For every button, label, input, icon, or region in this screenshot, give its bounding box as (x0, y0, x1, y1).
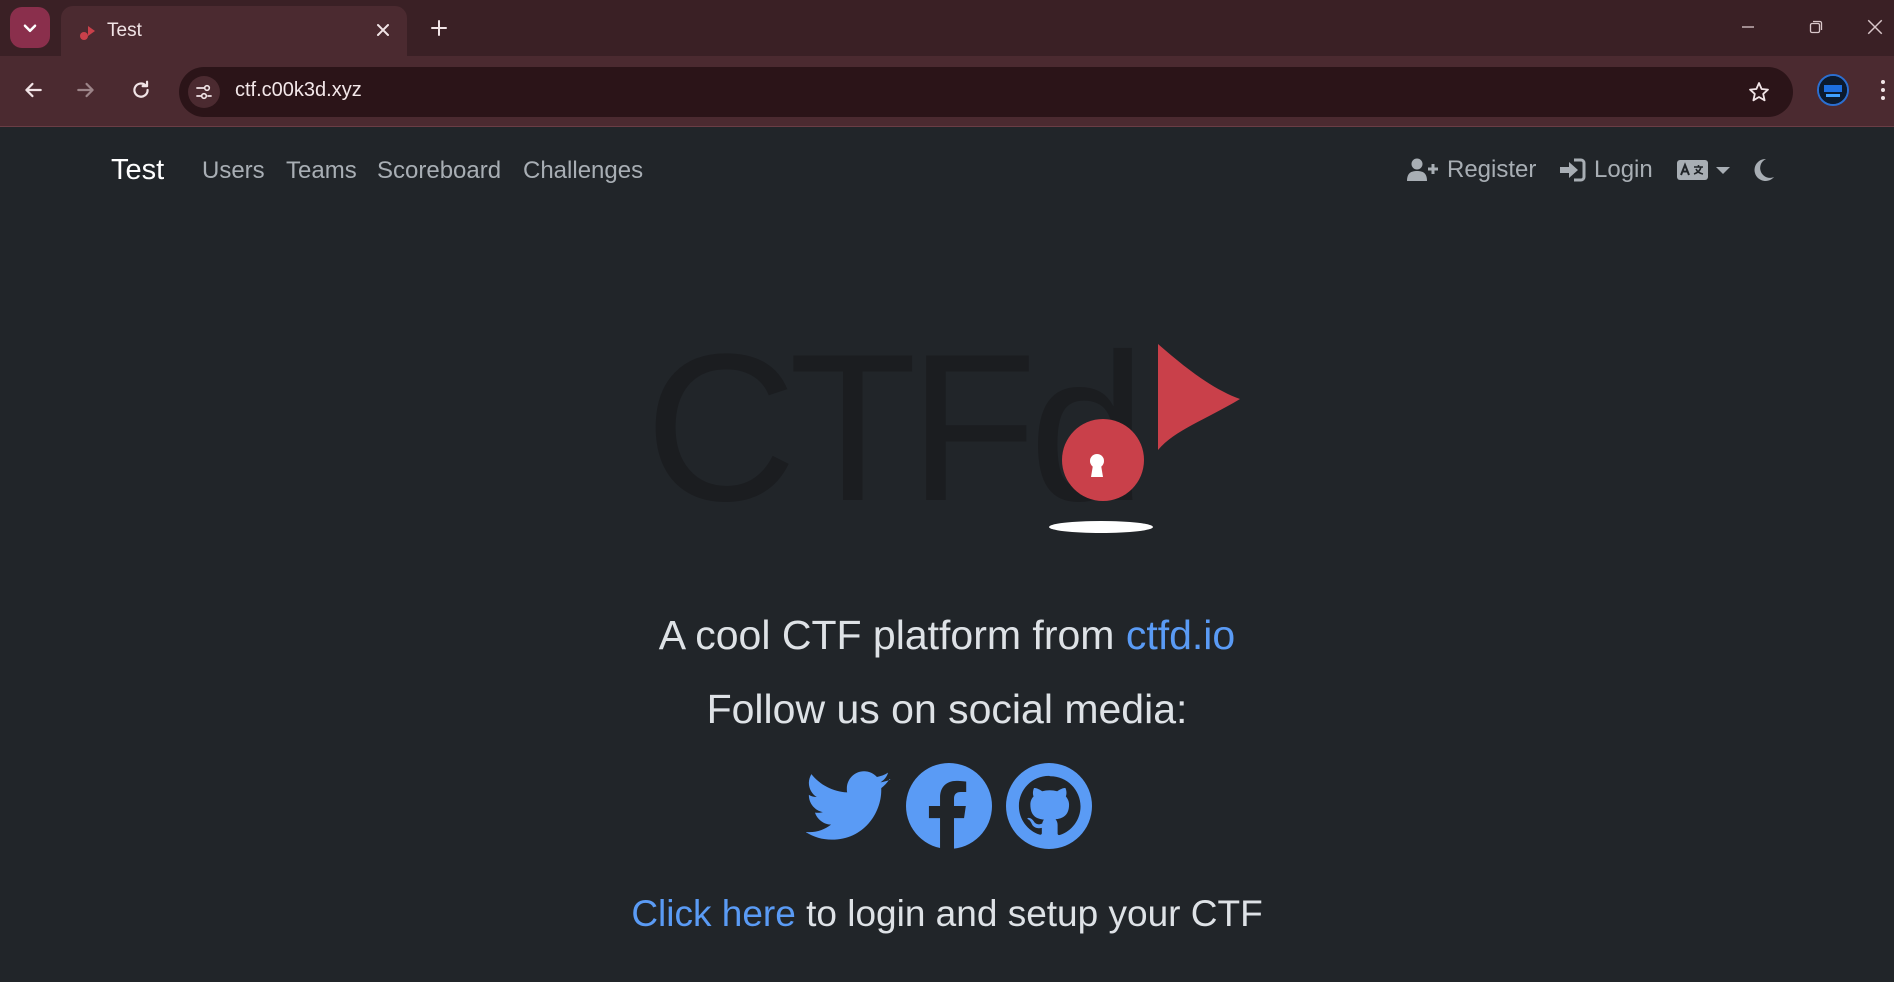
ctfd-favicon (80, 26, 95, 40)
user-plus-icon (1407, 158, 1438, 181)
setup-prompt: Click here to login and setup your CTF (0, 893, 1894, 935)
forward-button[interactable] (66, 70, 106, 110)
sign-in-icon (1560, 158, 1586, 182)
register-label: Register (1447, 156, 1537, 183)
browser-menu-button[interactable] (1872, 72, 1894, 108)
ctfd-io-link[interactable]: ctfd.io (1126, 612, 1235, 658)
ctfd-logo: CTFd (645, 340, 1240, 540)
language-icon (1677, 160, 1708, 180)
tab-search-button[interactable] (10, 7, 50, 48)
new-tab-button[interactable] (419, 10, 459, 46)
tab-close-button[interactable] (367, 14, 399, 46)
nav-link-users[interactable]: Users (202, 157, 265, 185)
browser-tab-strip: Test (0, 0, 1894, 56)
facebook-icon[interactable] (906, 763, 992, 849)
close-window-icon (1867, 19, 1883, 35)
back-icon (25, 82, 42, 98)
moon-icon (1754, 158, 1774, 181)
back-button[interactable] (13, 70, 53, 110)
chevron-down-icon (23, 24, 37, 32)
profile-avatar-image (1819, 76, 1847, 104)
social-links (806, 763, 1092, 849)
url-text[interactable]: ctf.c00k3d.xyz (235, 79, 362, 102)
reload-button[interactable] (121, 70, 161, 110)
register-link[interactable]: Register (1407, 155, 1536, 185)
bookmark-button[interactable] (1743, 76, 1775, 108)
caret-down-icon (1716, 167, 1730, 174)
platform-tagline: A cool CTF platform from ctfd.io (0, 612, 1894, 659)
navbar-brand[interactable]: Test (111, 154, 164, 187)
theme-toggle[interactable] (1753, 155, 1775, 185)
setup-login-link[interactable]: Click here (631, 893, 796, 934)
site-info-button[interactable] (188, 76, 220, 108)
tab-title: Test (107, 20, 142, 41)
setup-text: to login and setup your CTF (795, 893, 1263, 934)
login-link[interactable]: Login (1560, 155, 1653, 185)
plus-icon (431, 20, 447, 36)
nav-link-challenges[interactable]: Challenges (523, 157, 643, 185)
language-dropdown[interactable] (1677, 155, 1730, 185)
tagline-text: A cool CTF platform from (658, 612, 1126, 658)
forward-icon (77, 82, 94, 98)
login-label: Login (1594, 156, 1653, 183)
restore-icon (1809, 20, 1823, 34)
minimize-button[interactable] (1720, 6, 1776, 48)
ctfd-logo-wordmark: CTFd (645, 340, 1138, 540)
profile-avatar[interactable] (1817, 74, 1849, 106)
restore-button[interactable] (1788, 6, 1844, 48)
address-bar[interactable]: ctf.c00k3d.xyz (179, 67, 1793, 117)
nav-link-scoreboard[interactable]: Scoreboard (377, 157, 501, 185)
reload-icon (133, 80, 149, 98)
twitter-icon[interactable] (806, 763, 892, 849)
browser-tab-active[interactable]: Test (61, 6, 407, 56)
star-icon (1749, 82, 1769, 102)
site-info-icon (196, 84, 212, 100)
minimize-icon (1742, 26, 1754, 28)
close-icon (377, 24, 389, 36)
kebab-menu-icon (1881, 80, 1885, 100)
nav-link-teams[interactable]: Teams (286, 157, 357, 185)
close-window-button[interactable] (1856, 6, 1894, 48)
follow-heading: Follow us on social media: (706, 686, 1188, 732)
github-icon[interactable] (1006, 763, 1092, 849)
site-navbar: Test Users Teams Scoreboard Challenges R… (0, 127, 1894, 213)
browser-toolbar: ctf.c00k3d.xyz (0, 56, 1894, 127)
